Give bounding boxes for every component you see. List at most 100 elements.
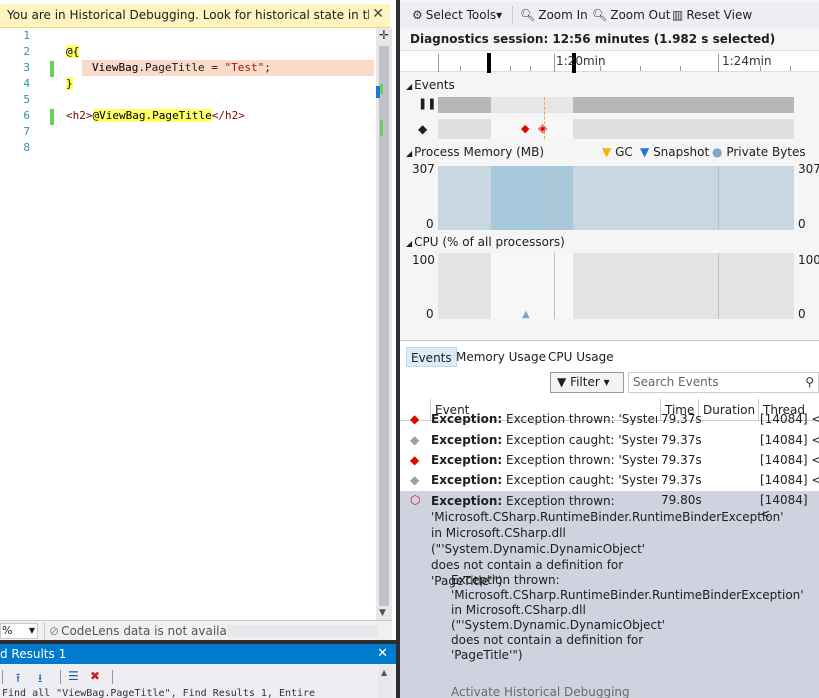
scrollbar-change-marker: [380, 120, 383, 136]
scroll-down-icon[interactable]: ▼: [379, 608, 386, 618]
cpu-axis-max: 100: [412, 253, 435, 267]
codelens-icon: ⊘: [49, 624, 60, 638]
cpu-section-header[interactable]: ◢ CPU (% of all processors): [406, 235, 565, 249]
line-number: 2: [23, 45, 30, 58]
info-bar-close-icon[interactable]: ✕: [372, 6, 384, 22]
line-number: 4: [23, 77, 30, 90]
code-line-4: }: [66, 77, 73, 90]
diamond-icon: ◆: [418, 122, 428, 136]
cpu-axis-min: 0: [426, 307, 434, 321]
line-number-gutter: 1 2 3 4 5 6 7 8: [0, 28, 60, 618]
select-tools-button[interactable]: ⚙ Select Tools▾: [412, 8, 502, 22]
code-editor[interactable]: You are in Historical Debugging. Look fo…: [0, 0, 396, 640]
tab-events[interactable]: Events: [406, 347, 457, 367]
exception-thrown-icon: ◆: [410, 453, 420, 467]
code-line-2: @{: [66, 45, 80, 58]
collapse-icon: ◢: [406, 82, 413, 91]
cpu-axis-min-right: 0: [798, 307, 806, 321]
filter-icon: ▼: [557, 375, 567, 389]
legend-private-bytes: ● Private Bytes: [712, 145, 806, 159]
selected-event-thread: [14084] <: [760, 493, 808, 521]
selection-start-marker[interactable]: [487, 53, 491, 73]
ruler-label: 1:20min: [556, 54, 606, 68]
memory-graph[interactable]: [438, 166, 794, 230]
collapse-icon: ◢: [406, 149, 413, 158]
timeline-ruler[interactable]: 1:20min 1:24min: [400, 50, 819, 73]
find-results-title: d Results 1: [0, 647, 67, 661]
change-marker: [50, 109, 54, 125]
search-events-input[interactable]: Search Events ⚲: [628, 372, 819, 393]
legend-gc: ▼ GC: [602, 145, 633, 159]
tab-cpu-usage[interactable]: CPU Usage: [544, 347, 618, 367]
events-details-panel: Events Memory Usage CPU Usage ▼ Filter ▾…: [400, 340, 819, 698]
reset-view-icon: ▥: [672, 8, 684, 22]
editor-vertical-scrollbar[interactable]: ✛ ▼: [376, 28, 392, 620]
memory-section-header[interactable]: ◢ Process Memory (MB): [406, 145, 544, 159]
find-results-scrollbar[interactable]: ▲: [378, 666, 392, 698]
go-to-previous-icon[interactable]: ⭱: [16, 669, 20, 690]
events-section-header[interactable]: ◢ Events: [406, 78, 455, 92]
line-number: 8: [23, 141, 30, 154]
zoom-out-button[interactable]: 🔍︎ Zoom Out: [592, 8, 670, 22]
code-line-3: ViewBag.PageTitle = "Test";: [92, 61, 271, 74]
memory-selection: [491, 166, 573, 230]
memory-axis-min-right: 0: [798, 217, 806, 231]
table-row[interactable]: ◆ Exception: Exception caught: 'System.I…: [400, 470, 819, 490]
change-marker: [50, 61, 54, 77]
line-number: 6: [23, 109, 30, 122]
exception-event-marker[interactable]: ◆: [521, 122, 529, 135]
cpu-graph[interactable]: ▲: [438, 253, 794, 320]
memory-axis-max: 307: [412, 162, 435, 176]
diagnostics-session-label: Diagnostics session: 12:56 minutes (1.98…: [410, 32, 776, 46]
activate-historical-debugging-link[interactable]: Activate Historical Debugging: [451, 685, 630, 698]
diagnostic-tools-window: ⚙ Select Tools▾ 🔍︎ Zoom In 🔍︎ Zoom Out ▥ Res…: [400, 0, 819, 698]
stop-find-icon[interactable]: ✖: [90, 669, 100, 683]
zoom-in-button[interactable]: 🔍︎ Zoom In: [520, 8, 588, 22]
codelens-status: ⊘ CodeLens data is not available: [44, 622, 245, 640]
exception-caught-icon: ◆: [410, 473, 420, 487]
ruler-label: 1:24min: [722, 54, 772, 68]
find-results-title-bar: d Results 1 ✕: [0, 644, 396, 664]
chevron-down-icon: ▼: [28, 626, 35, 635]
line-number: 7: [23, 125, 30, 138]
scroll-up-icon[interactable]: ▲: [381, 668, 387, 677]
selected-event-time: 79.80s: [661, 493, 702, 507]
diagnostics-toolbar: ⚙ Select Tools▾ 🔍︎ Zoom In 🔍︎ Zoom Out ▥ Res…: [400, 2, 819, 28]
exception-event-selected-marker[interactable]: ◈: [538, 121, 547, 135]
line-number: 1: [23, 29, 30, 42]
info-bar-message: You are in Historical Debugging. Look fo…: [7, 8, 369, 22]
clear-all-icon[interactable]: ☰: [68, 669, 79, 683]
break-events-track[interactable]: [438, 97, 794, 113]
cpu-selection: [491, 253, 573, 319]
cpu-axis-max-right: 100: [798, 253, 819, 267]
table-row[interactable]: ◆ Exception: Exception thrown: 'System.I…: [400, 450, 819, 470]
diagnostic-events-track[interactable]: ◆ ◈: [438, 97, 794, 139]
search-icon: ⚲: [805, 375, 814, 389]
cpu-spike: ▲: [522, 309, 530, 320]
tab-memory-usage[interactable]: Memory Usage: [452, 347, 550, 367]
go-to-next-icon[interactable]: ⭳: [38, 669, 42, 690]
historical-debugging-info-bar: You are in Historical Debugging. Look fo…: [0, 4, 390, 28]
code-text-area[interactable]: @{ ViewBag.PageTitle = "Test"; } <h2>@Vi…: [60, 28, 376, 618]
find-results-line[interactable]: Find all "ViewBag.PageTitle", Find Resul…: [2, 688, 372, 698]
editor-status-bar: % ▼ ⊘ CodeLens data is not available: [0, 620, 392, 640]
editor-horizontal-scrollbar[interactable]: [228, 625, 378, 637]
legend-snapshot: ▼ Snapshot: [640, 145, 710, 159]
table-row[interactable]: ◆ Exception: Exception caught: 'System.U…: [400, 430, 819, 450]
chevron-down-icon: ▾: [603, 375, 610, 389]
close-icon[interactable]: ✕: [377, 644, 388, 664]
zoom-in-icon: 🔍︎: [520, 8, 536, 22]
find-results-toolbar: ⭱ ⭳ ☰ ✖: [0, 666, 396, 688]
gear-icon: ⚙: [412, 8, 423, 22]
zoom-dropdown[interactable]: % ▼: [0, 623, 38, 639]
zoom-out-icon: 🔍︎: [592, 8, 608, 22]
collapse-icon: ◢: [406, 239, 413, 248]
filter-button[interactable]: ▼ Filter ▾: [550, 372, 624, 393]
memory-axis-max-right: 307: [798, 162, 819, 176]
table-row[interactable]: ◆ Exception: Exception thrown: 'System.O…: [400, 413, 819, 427]
line-number: 3: [23, 61, 30, 74]
selected-event-row[interactable]: ⬡ Exception: Exception thrown: 'Microsof…: [400, 491, 819, 698]
reset-view-button[interactable]: ▥ Reset View: [672, 8, 752, 22]
code-line-6: <h2>@ViewBag.PageTitle</h2>: [66, 109, 245, 122]
split-window-icon[interactable]: ✛: [377, 28, 391, 42]
